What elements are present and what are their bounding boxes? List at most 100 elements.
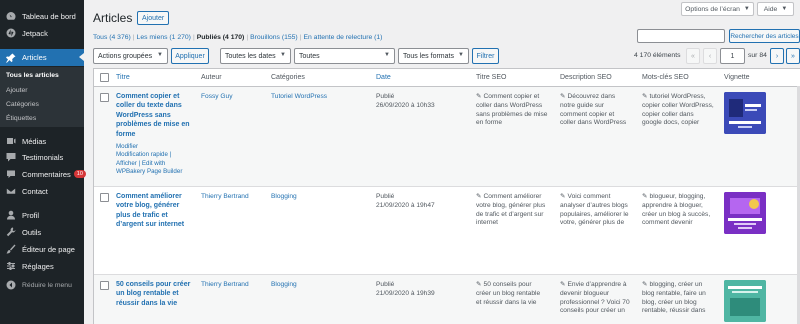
last-page-button[interactable]: » (786, 48, 800, 64)
column-seo-description: Description SEO (560, 74, 612, 81)
column-seo-keywords: Mots-clés SEO (642, 74, 689, 81)
post-thumbnail[interactable] (724, 92, 766, 134)
help-label: Aide (763, 5, 778, 13)
row-checkbox[interactable] (100, 281, 109, 290)
menu-settings[interactable]: Réglages (0, 258, 84, 274)
category-link[interactable]: Blogging (271, 281, 297, 290)
author-link[interactable]: Thierry Bertrand (201, 281, 249, 290)
submenu-tags[interactable]: Étiquettes (6, 115, 36, 122)
view-drafts[interactable]: Brouillons (155) (250, 34, 298, 41)
search-input[interactable] (637, 29, 725, 43)
menu-comments-label: Commentaires (22, 169, 71, 179)
menu-jetpack[interactable]: Jetpack (0, 25, 84, 41)
title-line: Comment copier et (116, 93, 180, 100)
post-date: Publié 26/09/2020 à 10h33 (376, 93, 435, 111)
thumbnail-image (724, 192, 766, 234)
quick-edit-link[interactable]: Modification rapide | (116, 151, 198, 159)
pencil-icon[interactable]: ✎ (642, 93, 648, 100)
view-all[interactable]: Tous (4 376) (93, 34, 131, 41)
column-categories: Catégories (271, 74, 305, 81)
post-title-link[interactable]: 50 conseils pour créer un blog rentable … (116, 280, 198, 308)
pencil-icon[interactable]: ✎ (642, 281, 648, 288)
menu-tools-label: Outils (22, 227, 42, 237)
pencil-icon[interactable]: ✎ (560, 93, 566, 100)
wpbakery-link[interactable]: WPBakery Page Builder (116, 168, 198, 176)
column-thumbnail: Vignette (724, 74, 750, 81)
pencil-icon[interactable]: ✎ (476, 193, 482, 200)
menu-dashboard[interactable]: Tableau de bord (0, 8, 84, 24)
user-icon (7, 210, 15, 220)
brush-icon (6, 244, 16, 254)
submenu-categories[interactable]: Catégories (6, 101, 39, 108)
seo-description: ✎ Envie d’apprendre à devenir blogueur pr… (560, 281, 630, 315)
search-button[interactable]: Rechercher des articles (729, 29, 800, 43)
chevron-down-icon: ▼ (280, 52, 286, 58)
apply-button[interactable]: Appliquer (171, 48, 209, 64)
mail-icon (6, 187, 16, 195)
format-filter-select[interactable]: Tous les formats ▼ (398, 48, 469, 64)
title-line: 50 conseils pour créer (116, 281, 191, 288)
category-filter-select[interactable]: Toutes ▼ (294, 48, 395, 64)
filter-button[interactable]: Filtrer (472, 48, 499, 64)
collapse-menu-button[interactable]: Réduire le menu (0, 277, 84, 293)
row-checkbox[interactable] (100, 93, 109, 102)
caret-down-icon: ▼ (743, 6, 750, 12)
sliders-icon (7, 262, 15, 270)
post-date: Publié 21/09/2020 à 19h39 (376, 281, 435, 299)
view-mine[interactable]: Les miens (1 270) (137, 34, 191, 41)
bulk-actions-select[interactable]: Actions groupées ▼ (93, 48, 168, 64)
view-pending[interactable]: En attente de relecture (1) (303, 34, 382, 41)
post-title-link[interactable]: Comment améliorer votre blog, générer pl… (116, 192, 198, 230)
view-link[interactable]: Afficher | Edit with (116, 160, 198, 168)
menu-contact-label: Contact (22, 186, 48, 196)
submenu-all-articles[interactable]: Tous les articles (6, 72, 59, 79)
category-link[interactable]: Tutoriel WordPress (271, 93, 327, 102)
row-checkbox[interactable] (100, 193, 109, 202)
current-page-input[interactable]: 1 (720, 48, 745, 64)
post-thumbnail[interactable] (724, 280, 766, 322)
menu-articles-label: Articles (22, 53, 47, 62)
table-row: Comment améliorer votre blog, générer pl… (94, 187, 800, 275)
submenu-add[interactable]: Ajouter (6, 87, 28, 94)
pencil-icon[interactable]: ✎ (560, 281, 566, 288)
add-new-button[interactable]: Ajouter (137, 11, 170, 25)
post-title-link[interactable]: Comment copier et coller du texte dans W… (116, 92, 196, 139)
first-page-button[interactable]: « (686, 48, 700, 64)
edit-link[interactable]: Modifier (116, 143, 198, 151)
thumbnail-image (724, 92, 766, 134)
menu-page-editor[interactable]: Éditeur de page (0, 241, 84, 257)
menu-medias[interactable]: Médias (0, 133, 84, 149)
menu-contact[interactable]: Contact (0, 183, 84, 199)
title-line: un blog rentable et (116, 290, 179, 298)
items-count: 4 170 éléments (634, 52, 681, 59)
pencil-icon[interactable]: ✎ (560, 193, 566, 200)
date-filter-select[interactable]: Toutes les dates ▼ (220, 48, 291, 64)
screen-options-button[interactable]: Options de l’écran ▼ (681, 2, 754, 16)
title-line: réussir dans la vie (116, 299, 178, 307)
column-date[interactable]: Date (376, 74, 391, 81)
menu-articles[interactable]: Articles (0, 49, 84, 66)
author-link[interactable]: Fossy Guy (201, 93, 233, 102)
select-all-checkbox[interactable] (100, 73, 109, 82)
pencil-icon[interactable]: ✎ (642, 193, 648, 200)
post-thumbnail[interactable] (724, 192, 766, 234)
pencil-icon[interactable]: ✎ (476, 93, 482, 100)
author-link[interactable]: Thierry Bertrand (201, 193, 249, 202)
menu-comments[interactable]: Commentaires 10 (0, 166, 86, 182)
pencil-icon[interactable]: ✎ (476, 281, 482, 288)
articles-submenu: Tous les articles Ajouter Catégories Éti… (0, 67, 84, 127)
menu-page-editor-label: Éditeur de page (22, 244, 75, 254)
post-datetime: 21/09/2020 à 19h39 (376, 289, 435, 297)
menu-tools[interactable]: Outils (0, 224, 84, 240)
next-page-button[interactable]: › (770, 48, 784, 64)
view-published[interactable]: Publiés (4 170) (197, 34, 245, 41)
column-seo-title: Titre SEO (476, 74, 507, 81)
menu-profile[interactable]: Profil (0, 207, 84, 223)
total-pages: sur 84 (748, 52, 767, 59)
category-link[interactable]: Blogging (271, 193, 297, 202)
prev-page-button[interactable]: ‹ (703, 48, 717, 64)
column-title[interactable]: Titre (116, 74, 130, 81)
menu-testimonials[interactable]: Testimonials (0, 149, 84, 165)
collapse-arrow-icon (6, 280, 16, 290)
help-button[interactable]: Aide ▼ (757, 2, 794, 16)
